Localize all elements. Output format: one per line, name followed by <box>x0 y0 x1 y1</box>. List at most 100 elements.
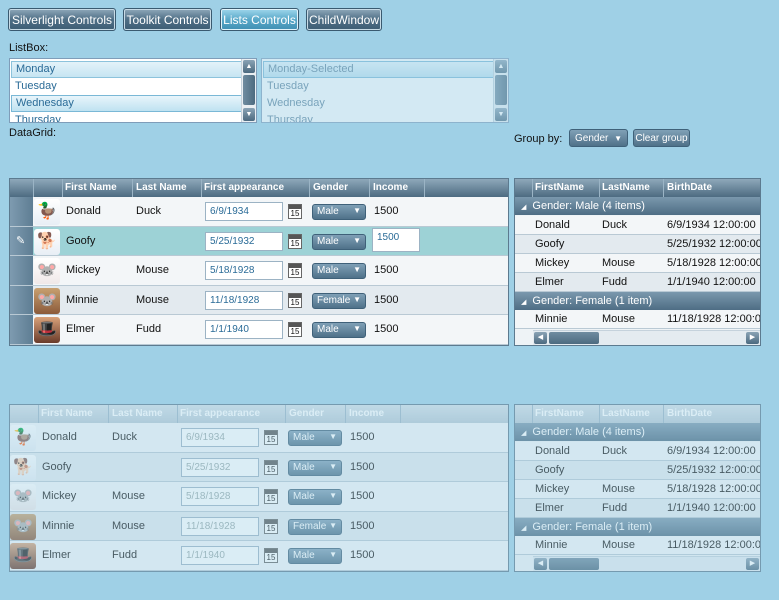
avatar: 🦆 <box>34 199 60 225</box>
table-row[interactable]: Donald Duck 6/9/1934 12:00:00 <box>515 215 760 235</box>
date-field: 5/25/1932 <box>181 457 259 477</box>
gender-combo[interactable]: Male ▼ <box>312 233 366 250</box>
calendar-day: 15 <box>266 464 276 474</box>
calendar-day: 15 <box>266 523 276 533</box>
col-income[interactable]: Income <box>373 182 408 193</box>
group-header[interactable]: ◢ Gender: Male (4 items) <box>515 197 760 215</box>
avatar: 🐭 <box>34 287 60 314</box>
birthdate-cell: 11/18/1928 12:00:00 <box>667 539 761 551</box>
table-row[interactable]: Elmer Fudd 1/1/1940 12:00:00 <box>515 272 760 292</box>
birthdate-cell: 1/1/1940 12:00:00 <box>667 275 756 288</box>
listbox-enabled[interactable]: Monday Tuesday Wednesday Thursday ▲ ▼ <box>9 58 257 123</box>
row-header[interactable]: ✎ <box>10 226 33 256</box>
calendar-icon[interactable]: 15 <box>288 322 302 338</box>
scroll-thumb[interactable] <box>243 75 255 105</box>
table-row[interactable]: 🦆 Donald Duck 6/9/1934 15 Male ▼ 1500 <box>10 197 508 227</box>
lastname-cell: Duck <box>602 444 628 457</box>
scroll-right-icon[interactable]: ▶ <box>746 332 759 344</box>
table-row: Minnie Mouse 11/18/1928 12:00:00 <box>515 536 760 555</box>
clear-group-button[interactable]: Clear group <box>633 129 690 147</box>
list-item[interactable]: Tuesday <box>11 78 255 95</box>
calendar-icon[interactable]: 15 <box>288 233 302 249</box>
date-field[interactable]: 5/18/1928 <box>205 261 283 281</box>
scroll-down-icon[interactable]: ▼ <box>243 108 255 121</box>
lastname-cell: Mouse <box>602 539 636 551</box>
table-row: Donald Duck 6/9/1934 12:00:00 <box>515 441 760 461</box>
list-item[interactable]: Monday <box>11 61 255 78</box>
listbox-scrollbar: ▲ ▼ <box>493 59 508 122</box>
horizontal-scrollbar: ◀ ▶ <box>533 556 760 571</box>
row-header[interactable] <box>10 315 33 344</box>
calendar-icon[interactable]: 15 <box>288 263 302 279</box>
table-row[interactable]: Minnie Mouse 11/18/1928 12:00:00 <box>515 310 760 329</box>
date-field: 11/18/1928 <box>181 516 259 536</box>
gender-combo[interactable]: Male ▼ <box>312 322 366 339</box>
scroll-right-icon: ▶ <box>746 558 759 570</box>
scroll-up-icon[interactable]: ▲ <box>243 60 255 73</box>
last-name-cell: Mouse <box>112 519 146 532</box>
group-grid-main[interactable]: FirstName LastName BirthDate ◢ Gender: Ma… <box>514 178 761 346</box>
row-header[interactable] <box>10 256 33 285</box>
silverlight-controls-button[interactable]: Silverlight Controls <box>8 8 116 31</box>
table-row[interactable]: 🐭 Minnie Mouse 11/18/1928 15 Female ▼ 1500 <box>10 285 508 316</box>
list-item[interactable]: Wednesday <box>11 95 255 112</box>
scroll-thumb[interactable] <box>549 332 599 344</box>
toolkit-controls-button[interactable]: Toolkit Controls <box>123 8 212 31</box>
col-last-name[interactable]: Last Name <box>136 182 187 193</box>
table-row[interactable]: 🎩 Elmer Fudd 1/1/1940 15 Male ▼ 1500 <box>10 315 508 345</box>
first-name-cell: Donald <box>42 431 77 443</box>
date-field[interactable]: 1/1/1940 <box>205 320 283 340</box>
avatar: 🐕 <box>34 228 60 255</box>
col-first-appearance[interactable]: First appearance <box>204 182 284 193</box>
grid-header: FirstName LastName BirthDate <box>515 179 760 197</box>
table-row: 🎩 Elmer Fudd 1/1/1940 15 Male ▼ 1500 <box>10 541 508 571</box>
col-income: Income <box>349 408 385 419</box>
table-row: 🐕 Goofy 5/25/1932 15 Male ▼ 1500 <box>10 452 508 483</box>
gender-combo[interactable]: Male ▼ <box>312 263 366 280</box>
expand-triangle-icon[interactable]: ◢ <box>521 299 526 306</box>
row-header[interactable] <box>10 197 33 226</box>
lists-controls-button[interactable]: Lists Controls <box>220 8 299 31</box>
col-gender[interactable]: Gender <box>313 182 348 193</box>
col-firstname[interactable]: FirstName <box>535 182 584 193</box>
income-cell: 1500 <box>350 549 375 562</box>
col-birthdate[interactable]: BirthDate <box>667 182 712 193</box>
listbox-scrollbar[interactable]: ▲ ▼ <box>241 59 256 122</box>
last-name-cell: Mouse <box>112 490 146 503</box>
expand-triangle-icon[interactable]: ◢ <box>521 204 526 211</box>
table-row[interactable]: ✎ 🐕 Goofy 5/25/1932 15 Male ▼ 1500 <box>10 226 508 257</box>
first-name-cell: Minnie <box>42 519 75 532</box>
income-field[interactable]: 1500 <box>372 227 420 252</box>
scroll-left-icon[interactable]: ◀ <box>534 332 547 344</box>
firstname-cell: Elmer <box>535 501 564 514</box>
first-name-cell: Mickey <box>42 490 77 503</box>
date-field[interactable]: 11/18/1928 <box>205 290 283 310</box>
firstname-cell: Mickey <box>535 256 570 269</box>
col-lastname[interactable]: LastName <box>602 182 650 193</box>
datagrid-main[interactable]: First Name Last Name First appearance Ge… <box>9 178 509 346</box>
calendar-icon[interactable]: 15 <box>288 292 302 308</box>
calendar-icon[interactable]: 15 <box>288 204 302 219</box>
table-row[interactable]: 🐭 Mickey Mouse 5/18/1928 15 Male ▼ 1500 <box>10 256 508 286</box>
group-header[interactable]: ◢ Gender: Female (1 item) <box>515 291 760 310</box>
income-cell: 1500 <box>374 205 399 217</box>
list-item[interactable]: Thursday <box>11 112 255 122</box>
table-row[interactable]: Mickey Mouse 5/18/1928 12:00:00 <box>515 253 760 273</box>
gender-combo[interactable]: Female ▼ <box>312 292 366 309</box>
col-firstname: FirstName <box>535 408 584 419</box>
col-first-name[interactable]: First Name <box>65 182 117 193</box>
date-field[interactable]: 5/25/1932 <box>205 231 283 251</box>
gender-combo: Male ▼ <box>288 548 342 565</box>
avatar: 🎩 <box>34 317 60 344</box>
date-field[interactable]: 6/9/1934 <box>205 202 283 221</box>
row-header[interactable] <box>10 285 33 315</box>
col-birthdate: BirthDate <box>667 408 713 419</box>
last-name-cell: Duck <box>136 205 162 217</box>
group-by-combo[interactable]: Gender ▼ <box>569 129 628 147</box>
horizontal-scrollbar[interactable]: ◀ ▶ <box>533 330 760 345</box>
table-row[interactable]: Goofy 5/25/1932 12:00:00 <box>515 234 760 254</box>
table-row: 🐭 Mickey Mouse 5/18/1928 15 Male ▼ 1500 <box>10 482 508 512</box>
gender-combo[interactable]: Male ▼ <box>312 204 366 220</box>
gender-value: Male <box>293 461 315 473</box>
childwindow-button[interactable]: ChildWindow <box>306 8 382 31</box>
